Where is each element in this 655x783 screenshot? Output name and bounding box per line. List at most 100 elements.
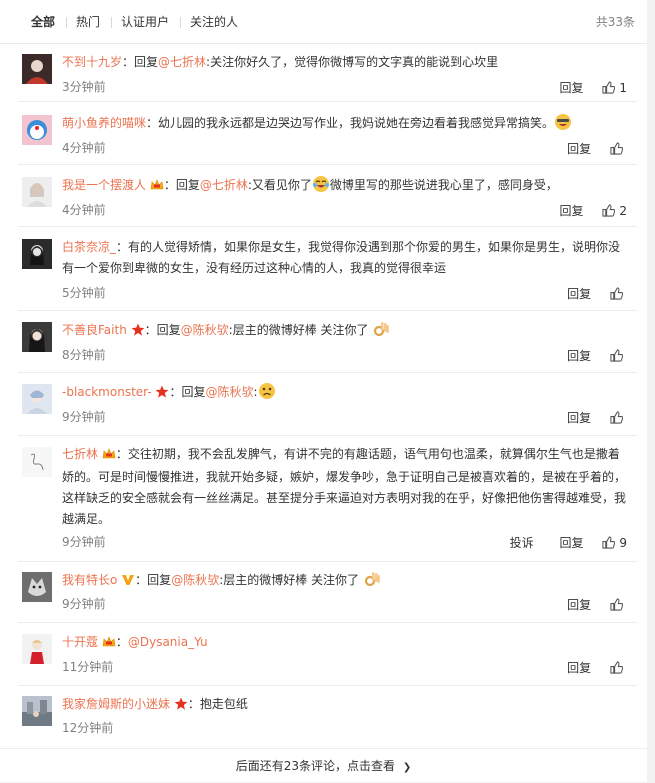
comment-username[interactable]: 我是一个摆渡人 xyxy=(62,178,146,192)
comment-username[interactable]: 十开蔻 xyxy=(62,635,98,649)
comment-item: 十开蔻 ：@Dysania_Yu 11分钟前 回复 xyxy=(18,623,637,686)
avatar[interactable] xyxy=(22,634,52,664)
ok-hand-emoji-icon xyxy=(363,570,381,588)
reply-button[interactable]: 回复 xyxy=(567,349,591,363)
mention-link[interactable]: @七折林 xyxy=(158,55,206,69)
tab-following[interactable]: 关注的人 xyxy=(190,15,238,29)
comment-actions: 回复 2 xyxy=(560,203,627,218)
reply-button[interactable]: 回复 xyxy=(567,411,591,425)
avatar[interactable] xyxy=(22,447,52,477)
comment-item: 七折林 ：交往初期，我不会乱发脾气，有讲不完的有趣话题，语气用句也温柔，就算偶尔… xyxy=(18,436,637,562)
comment-username[interactable]: 萌小鱼养的喵咪 xyxy=(62,116,146,130)
comment-actions: 回复 xyxy=(567,597,627,612)
sad-face-emoji-icon xyxy=(258,382,276,400)
like-button[interactable]: 2 xyxy=(602,204,627,218)
comment-content: 十开蔻 ：@Dysania_Yu xyxy=(62,632,631,655)
reply-button[interactable]: 回复 xyxy=(567,661,591,675)
like-button[interactable] xyxy=(610,411,627,424)
comment-text: :层主的微博好棒 关注你了 xyxy=(228,323,369,337)
thumbs-up-icon xyxy=(610,142,623,155)
tab-verified-users[interactable]: 认证用户 xyxy=(121,15,169,29)
avatar[interactable] xyxy=(22,115,52,145)
comment-content: 我有特长o ：回复@陈秋欤:层主的微博好棒 关注你了 xyxy=(62,570,631,593)
reply-button[interactable]: 回复 xyxy=(560,81,584,95)
tab-all[interactable]: 全部 xyxy=(31,15,55,29)
comment-text: :又看见你了 xyxy=(247,178,312,192)
avatar[interactable] xyxy=(22,572,52,602)
thumbs-up-icon xyxy=(610,287,623,300)
comment-item: 我有特长o ：回复@陈秋欤:层主的微博好棒 关注你了 9分钟前 回复 xyxy=(18,562,637,623)
comment-time: 3分钟前 xyxy=(62,80,106,94)
like-button[interactable] xyxy=(610,598,627,611)
thumbs-up-icon xyxy=(602,81,616,94)
comment-username[interactable]: 不善良Faith xyxy=(62,323,127,337)
comment-actions: 回复 xyxy=(567,286,627,301)
like-button[interactable] xyxy=(610,287,627,300)
thumbs-up-icon xyxy=(602,204,616,217)
avatar[interactable] xyxy=(22,322,52,352)
like-button[interactable] xyxy=(610,349,627,362)
tab-divider xyxy=(180,17,181,28)
reply-button[interactable]: 回复 xyxy=(567,287,591,301)
comment-count: 共33条 xyxy=(595,15,635,29)
scrollbar[interactable] xyxy=(647,0,655,782)
avatar[interactable] xyxy=(22,384,52,414)
comment-item: 我是一个摆渡人 ：回复@七折林:又看见你了 微博里写的那些说进我心里了，感同身受，… xyxy=(18,165,637,227)
comment-actions: 回复 xyxy=(567,410,627,425)
reply-button[interactable]: 回复 xyxy=(560,204,584,218)
crying-laughing-emoji-icon xyxy=(312,175,330,193)
comment-time: 4分钟前 xyxy=(62,141,106,155)
comment-item: 我家詹姆斯的小迷妹 ：抱走包纸 12分钟前 xyxy=(18,686,637,747)
comment-username[interactable]: -blackmonster- xyxy=(62,385,152,399)
comment-time: 5分钟前 xyxy=(62,286,106,300)
mention-link[interactable]: @七折林 xyxy=(200,178,248,192)
comment-username[interactable]: 七折林 xyxy=(62,447,98,461)
comment-username[interactable]: 我家詹姆斯的小迷妹 xyxy=(62,697,170,711)
reply-button[interactable]: 回复 xyxy=(567,598,591,612)
comment-separator: ：回复 xyxy=(163,178,200,192)
comment-item: 白茶奈凉_：有的人觉得矫情，如果你是女生，我觉得你没遇到那个你爱的男生，如果你是… xyxy=(18,227,637,311)
tab-divider xyxy=(66,17,67,28)
comment-separator: ： xyxy=(115,635,128,649)
like-button[interactable] xyxy=(610,142,627,155)
like-button[interactable] xyxy=(610,661,627,674)
thumbs-up-icon xyxy=(610,411,623,424)
mention-link[interactable]: @陈秋欤 xyxy=(206,385,254,399)
comment-item: 不善良Faith ：回复@陈秋欤:层主的微博好棒 关注你了 8分钟前 回复 xyxy=(18,311,637,373)
like-count: 1 xyxy=(619,80,627,95)
comment-content: 白茶奈凉_：有的人觉得矫情，如果你是女生，我觉得你没遇到那个你爱的男生，如果你是… xyxy=(62,237,631,279)
comment-username[interactable]: 不到十九岁 xyxy=(62,55,122,69)
comment-text: 有的人觉得矫情，如果你是女生，我觉得你没遇到那个你爱的男生，如果你是男生，说明你… xyxy=(62,240,621,275)
thumbs-up-icon xyxy=(602,536,616,549)
star-badge-icon xyxy=(131,322,145,343)
comment-username[interactable]: 我有特长o xyxy=(62,573,117,587)
like-button[interactable]: 9 xyxy=(602,536,627,550)
verified-v-badge-icon xyxy=(121,572,135,593)
comment-actions: 回复 1 xyxy=(560,80,627,95)
load-more-link[interactable]: 后面还有23条评论，点击查看 ❯ xyxy=(236,759,412,775)
tab-hot[interactable]: 热门 xyxy=(76,15,100,29)
reply-button[interactable]: 回复 xyxy=(567,142,591,156)
avatar[interactable] xyxy=(22,696,52,726)
mention-link[interactable]: @陈秋欤 xyxy=(181,323,229,337)
avatar[interactable] xyxy=(22,177,52,207)
comment-separator: ：回复 xyxy=(169,385,206,399)
mention-link[interactable]: @Dysania_Yu xyxy=(128,635,208,649)
comment-item: 萌小鱼养的喵咪：幼儿园的我永远都是边哭边写作业，我妈说她在旁边看着我感觉异常搞笑… xyxy=(18,102,637,165)
mention-link[interactable]: @陈秋欤 xyxy=(171,573,219,587)
like-count: 9 xyxy=(619,535,627,550)
avatar[interactable] xyxy=(22,54,52,84)
star-badge-icon xyxy=(155,384,169,405)
like-button[interactable]: 1 xyxy=(602,81,627,95)
avatar[interactable] xyxy=(22,239,52,269)
comment-actions: 回复 xyxy=(567,348,627,363)
report-button[interactable]: 投诉 xyxy=(510,536,534,550)
crown-badge-icon xyxy=(102,634,116,655)
comment-content: 七折林 ：交往初期，我不会乱发脾气，有讲不完的有趣话题，语气用句也温柔，就算偶尔… xyxy=(62,444,631,530)
comment-content: 不到十九岁：回复@七折林:关注你好久了，觉得你微博写的文字真的能说到心坎里 xyxy=(62,52,631,73)
comment-separator: ：回复 xyxy=(144,323,181,337)
load-more-bar: 后面还有23条评论，点击查看 ❯ xyxy=(0,748,647,783)
reply-button[interactable]: 回复 xyxy=(560,536,584,550)
comment-separator: ： xyxy=(115,447,128,461)
comment-username[interactable]: 白茶奈凉_ xyxy=(62,240,116,254)
